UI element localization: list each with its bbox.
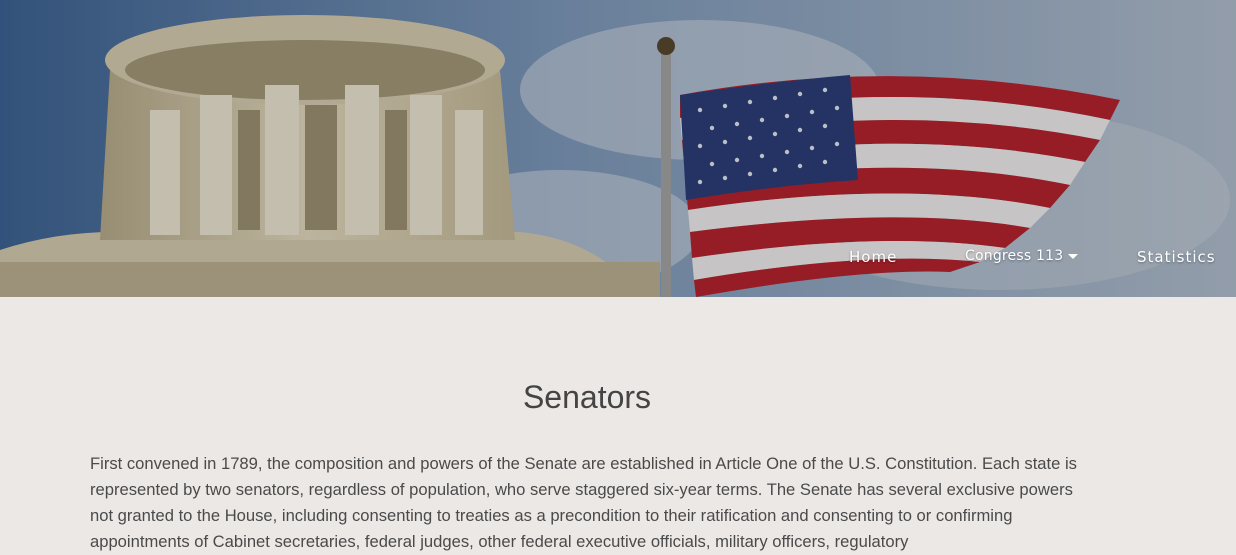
nav-congress-label: Congress 113 bbox=[965, 248, 1064, 264]
main-navigation: Home Congress 113 Statistics bbox=[0, 248, 1236, 272]
nav-congress-dropdown[interactable]: Congress 113 bbox=[965, 248, 1079, 264]
page-title: Senators bbox=[522, 379, 652, 415]
nav-home-link[interactable]: Home bbox=[849, 248, 897, 266]
hero-banner: Home Congress 113 Statistics bbox=[0, 0, 1236, 297]
nav-statistics-link[interactable]: Statistics bbox=[1137, 248, 1216, 266]
senate-intro-paragraph: First convened in 1789, the composition … bbox=[90, 454, 1077, 551]
caret-down-icon bbox=[1068, 253, 1079, 259]
